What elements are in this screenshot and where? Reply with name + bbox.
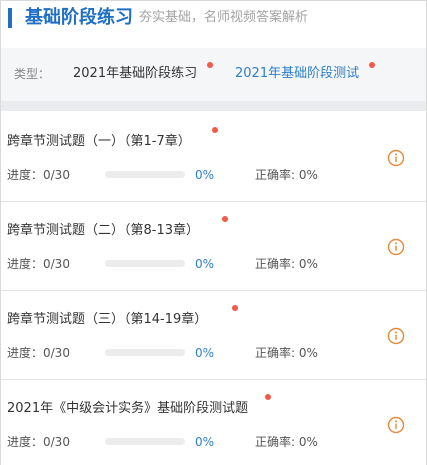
new-badge-dot bbox=[212, 127, 218, 133]
page-subtitle: 夯实基础，名师视频答案解析 bbox=[139, 10, 309, 25]
section-divider bbox=[1, 101, 426, 111]
type-option-practice[interactable]: 2021年基础阶段练习 bbox=[73, 65, 197, 83]
exam-list-item[interactable]: 跨章节测试题（三）（第14-19章） 进度：0/30 0% 正确率: 0% bbox=[1, 291, 426, 380]
progress-label: 进度：0/30 bbox=[7, 346, 70, 360]
new-badge-dot bbox=[222, 216, 228, 222]
accuracy-rate: 正确率: 0% bbox=[255, 346, 318, 360]
type-label: 类型： bbox=[14, 67, 51, 81]
exam-title[interactable]: 跨章节测试题（一）（第1-7章） bbox=[7, 133, 191, 151]
exam-list-item[interactable]: 2021年《中级会计实务》基础阶段测试题进度：0/30 0% 正确率: 0% bbox=[1, 380, 426, 465]
page-title: 基础阶段练习 bbox=[25, 7, 133, 28]
exam-list-item[interactable]: 跨章节测试题（二）（第8-13章） 进度：0/30 0% 正确率: 0% bbox=[1, 202, 426, 291]
progress-percent: 0% bbox=[195, 257, 215, 271]
progress-label: 进度：0/30 bbox=[7, 168, 70, 182]
progress-percent: 0% bbox=[195, 346, 215, 360]
new-badge-dot bbox=[232, 305, 238, 311]
progress-bar bbox=[105, 260, 185, 267]
accuracy-rate: 正确率: 0% bbox=[255, 168, 318, 182]
exam-title[interactable]: 跨章节测试题（二）（第8-13章） bbox=[7, 222, 199, 240]
progress-bar bbox=[105, 438, 185, 445]
progress-label: 进度：0/30 bbox=[7, 257, 70, 271]
info-icon[interactable] bbox=[387, 238, 405, 256]
info-icon[interactable] bbox=[387, 149, 405, 167]
progress-bar bbox=[105, 349, 185, 356]
info-icon[interactable] bbox=[387, 416, 405, 434]
accuracy-rate: 正确率: 0% bbox=[255, 435, 318, 449]
type-option-test[interactable]: 2021年基础阶段测试 bbox=[235, 65, 359, 83]
type-filter-bar: 类型： 2021年基础阶段练习 2021年基础阶段测试 bbox=[1, 48, 426, 101]
accuracy-rate: 正确率: 0% bbox=[255, 257, 318, 271]
title-accent-bar bbox=[8, 8, 12, 28]
progress-label: 进度：0/30 bbox=[7, 435, 70, 449]
exam-title[interactable]: 跨章节测试题（三）（第14-19章） bbox=[7, 311, 207, 329]
new-badge-dot bbox=[265, 394, 271, 400]
info-icon[interactable] bbox=[387, 327, 405, 345]
progress-percent: 0% bbox=[195, 168, 215, 182]
new-badge-dot bbox=[369, 62, 375, 68]
exam-list-item[interactable]: 跨章节测试题（一）（第1-7章） 进度：0/30 0% 正确率: 0% bbox=[1, 113, 426, 202]
new-badge-dot bbox=[207, 62, 213, 68]
exam-title[interactable]: 2021年《中级会计实务》基础阶段测试题 bbox=[7, 400, 248, 418]
progress-bar bbox=[105, 171, 185, 178]
section-header: 基础阶段练习 夯实基础，名师视频答案解析 bbox=[1, 1, 426, 41]
progress-percent: 0% bbox=[195, 435, 215, 449]
